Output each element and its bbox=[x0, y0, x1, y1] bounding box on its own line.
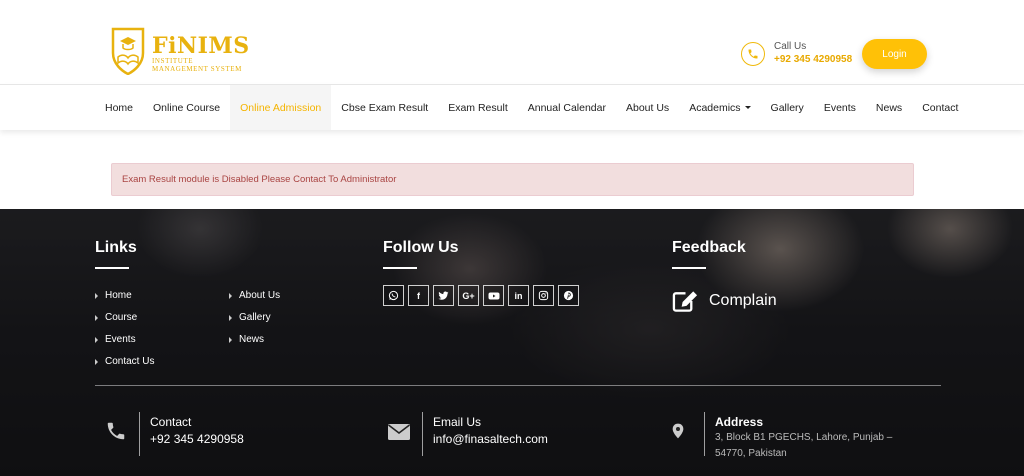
error-alert: Exam Result module is Disabled Please Co… bbox=[111, 163, 914, 196]
email-info: Email Us info@finasaltech.com bbox=[387, 412, 548, 456]
footer-link-course[interactable]: Course bbox=[95, 312, 137, 323]
site-footer: Links Home Course Events Contact Us Abou… bbox=[0, 209, 1024, 476]
footer-link-home[interactable]: Home bbox=[95, 290, 132, 301]
instagram-icon[interactable] bbox=[533, 285, 554, 306]
arrow-right-icon bbox=[95, 358, 98, 365]
whatsapp-icon[interactable] bbox=[383, 285, 404, 306]
pinterest-icon[interactable] bbox=[558, 285, 579, 306]
nav-item-annual-calendar[interactable]: Annual Calendar bbox=[518, 85, 616, 130]
arrow-right-icon bbox=[95, 314, 98, 321]
links-heading: Links bbox=[95, 239, 137, 256]
login-button[interactable]: Login bbox=[862, 39, 927, 69]
contact-info: Contact +92 345 4290958 bbox=[105, 412, 244, 456]
nav-item-contact[interactable]: Contact bbox=[912, 85, 968, 130]
site-logo[interactable]: FiNIMS INSTITUTE MANAGEMENT SYSTEM bbox=[110, 27, 250, 75]
footer-link-contact-us[interactable]: Contact Us bbox=[95, 356, 154, 367]
arrow-right-icon bbox=[229, 314, 232, 321]
nav-item-gallery[interactable]: Gallery bbox=[761, 85, 814, 130]
contact-value[interactable]: +92 345 4290958 bbox=[150, 430, 244, 448]
phone-icon bbox=[741, 41, 765, 66]
footer-link-about-us[interactable]: About Us bbox=[229, 290, 280, 301]
nav-item-events[interactable]: Events bbox=[814, 85, 866, 130]
address-title: Address bbox=[715, 415, 764, 429]
complain-label: Complain bbox=[709, 292, 777, 309]
envelope-icon bbox=[388, 424, 410, 440]
follow-heading: Follow Us bbox=[383, 239, 459, 256]
nav-item-academics[interactable]: Academics bbox=[679, 85, 760, 130]
footer-link-label: Events bbox=[105, 334, 136, 345]
call-label: Call Us bbox=[774, 41, 807, 52]
footer-link-gallery[interactable]: Gallery bbox=[229, 312, 271, 323]
footer-link-label: Course bbox=[105, 312, 138, 323]
caret-down-icon bbox=[744, 106, 751, 109]
email-value[interactable]: info@finasaltech.com bbox=[433, 430, 548, 448]
nav-item-online-course[interactable]: Online Course bbox=[143, 85, 230, 130]
nav-item-home[interactable]: Home bbox=[95, 85, 143, 130]
footer-link-events[interactable]: Events bbox=[95, 334, 136, 345]
nav-item-exam-result[interactable]: Exam Result bbox=[438, 85, 518, 130]
complain-link[interactable]: Complain bbox=[672, 289, 777, 313]
feedback-underline bbox=[672, 267, 706, 269]
facebook-icon[interactable]: f bbox=[408, 285, 429, 306]
nav-item-academics-label: Academics bbox=[689, 101, 741, 114]
footer-divider bbox=[95, 385, 941, 386]
footer-link-label: Gallery bbox=[239, 312, 271, 323]
links-underline bbox=[95, 267, 129, 269]
nav-item-online-admission[interactable]: Online Admission bbox=[230, 85, 332, 130]
footer-link-label: News bbox=[239, 334, 265, 345]
linkedin-icon[interactable]: in bbox=[508, 285, 529, 306]
arrow-right-icon bbox=[95, 292, 98, 299]
nav-item-news[interactable]: News bbox=[866, 85, 912, 130]
twitter-icon[interactable] bbox=[433, 285, 454, 306]
call-number[interactable]: +92 345 4290958 bbox=[774, 53, 852, 67]
nav-item-cbse-exam-result[interactable]: Cbse Exam Result bbox=[331, 85, 438, 130]
google-plus-icon[interactable]: G+ bbox=[458, 285, 479, 306]
shield-logo-icon bbox=[111, 27, 145, 75]
call-us: Call Us +92 345 4290958 bbox=[741, 40, 852, 67]
follow-underline bbox=[383, 267, 417, 269]
phone-icon bbox=[107, 422, 125, 440]
footer-link-label: Home bbox=[105, 290, 132, 301]
footer-link-label: Contact Us bbox=[105, 356, 155, 367]
youtube-icon[interactable] bbox=[483, 285, 504, 306]
footer-link-news[interactable]: News bbox=[229, 334, 264, 345]
address-value: 3, Block B1 PGECHS, Lahore, Punjab – 547… bbox=[715, 432, 893, 459]
brand-subtitle-2: MANAGEMENT SYSTEM bbox=[152, 65, 242, 73]
map-marker-icon bbox=[672, 423, 684, 439]
main-nav: Home Online Course Online Admission Cbse… bbox=[0, 84, 1024, 130]
social-links: f G+ in bbox=[383, 285, 583, 306]
email-title: Email Us bbox=[433, 415, 482, 429]
nav-item-about-us[interactable]: About Us bbox=[616, 85, 679, 130]
footer-link-label: About Us bbox=[239, 290, 281, 301]
site-header: FiNIMS INSTITUTE MANAGEMENT SYSTEM Call … bbox=[0, 0, 1024, 84]
arrow-right-icon bbox=[229, 292, 232, 299]
edit-icon bbox=[672, 291, 698, 312]
address-info: Address 3, Block B1 PGECHS, Lahore, Punj… bbox=[668, 412, 915, 462]
arrow-right-icon bbox=[95, 336, 98, 343]
feedback-heading: Feedback bbox=[672, 239, 746, 256]
arrow-right-icon bbox=[229, 336, 232, 343]
contact-title: Contact bbox=[150, 415, 192, 429]
brand-name: FiNIMS bbox=[152, 33, 250, 59]
